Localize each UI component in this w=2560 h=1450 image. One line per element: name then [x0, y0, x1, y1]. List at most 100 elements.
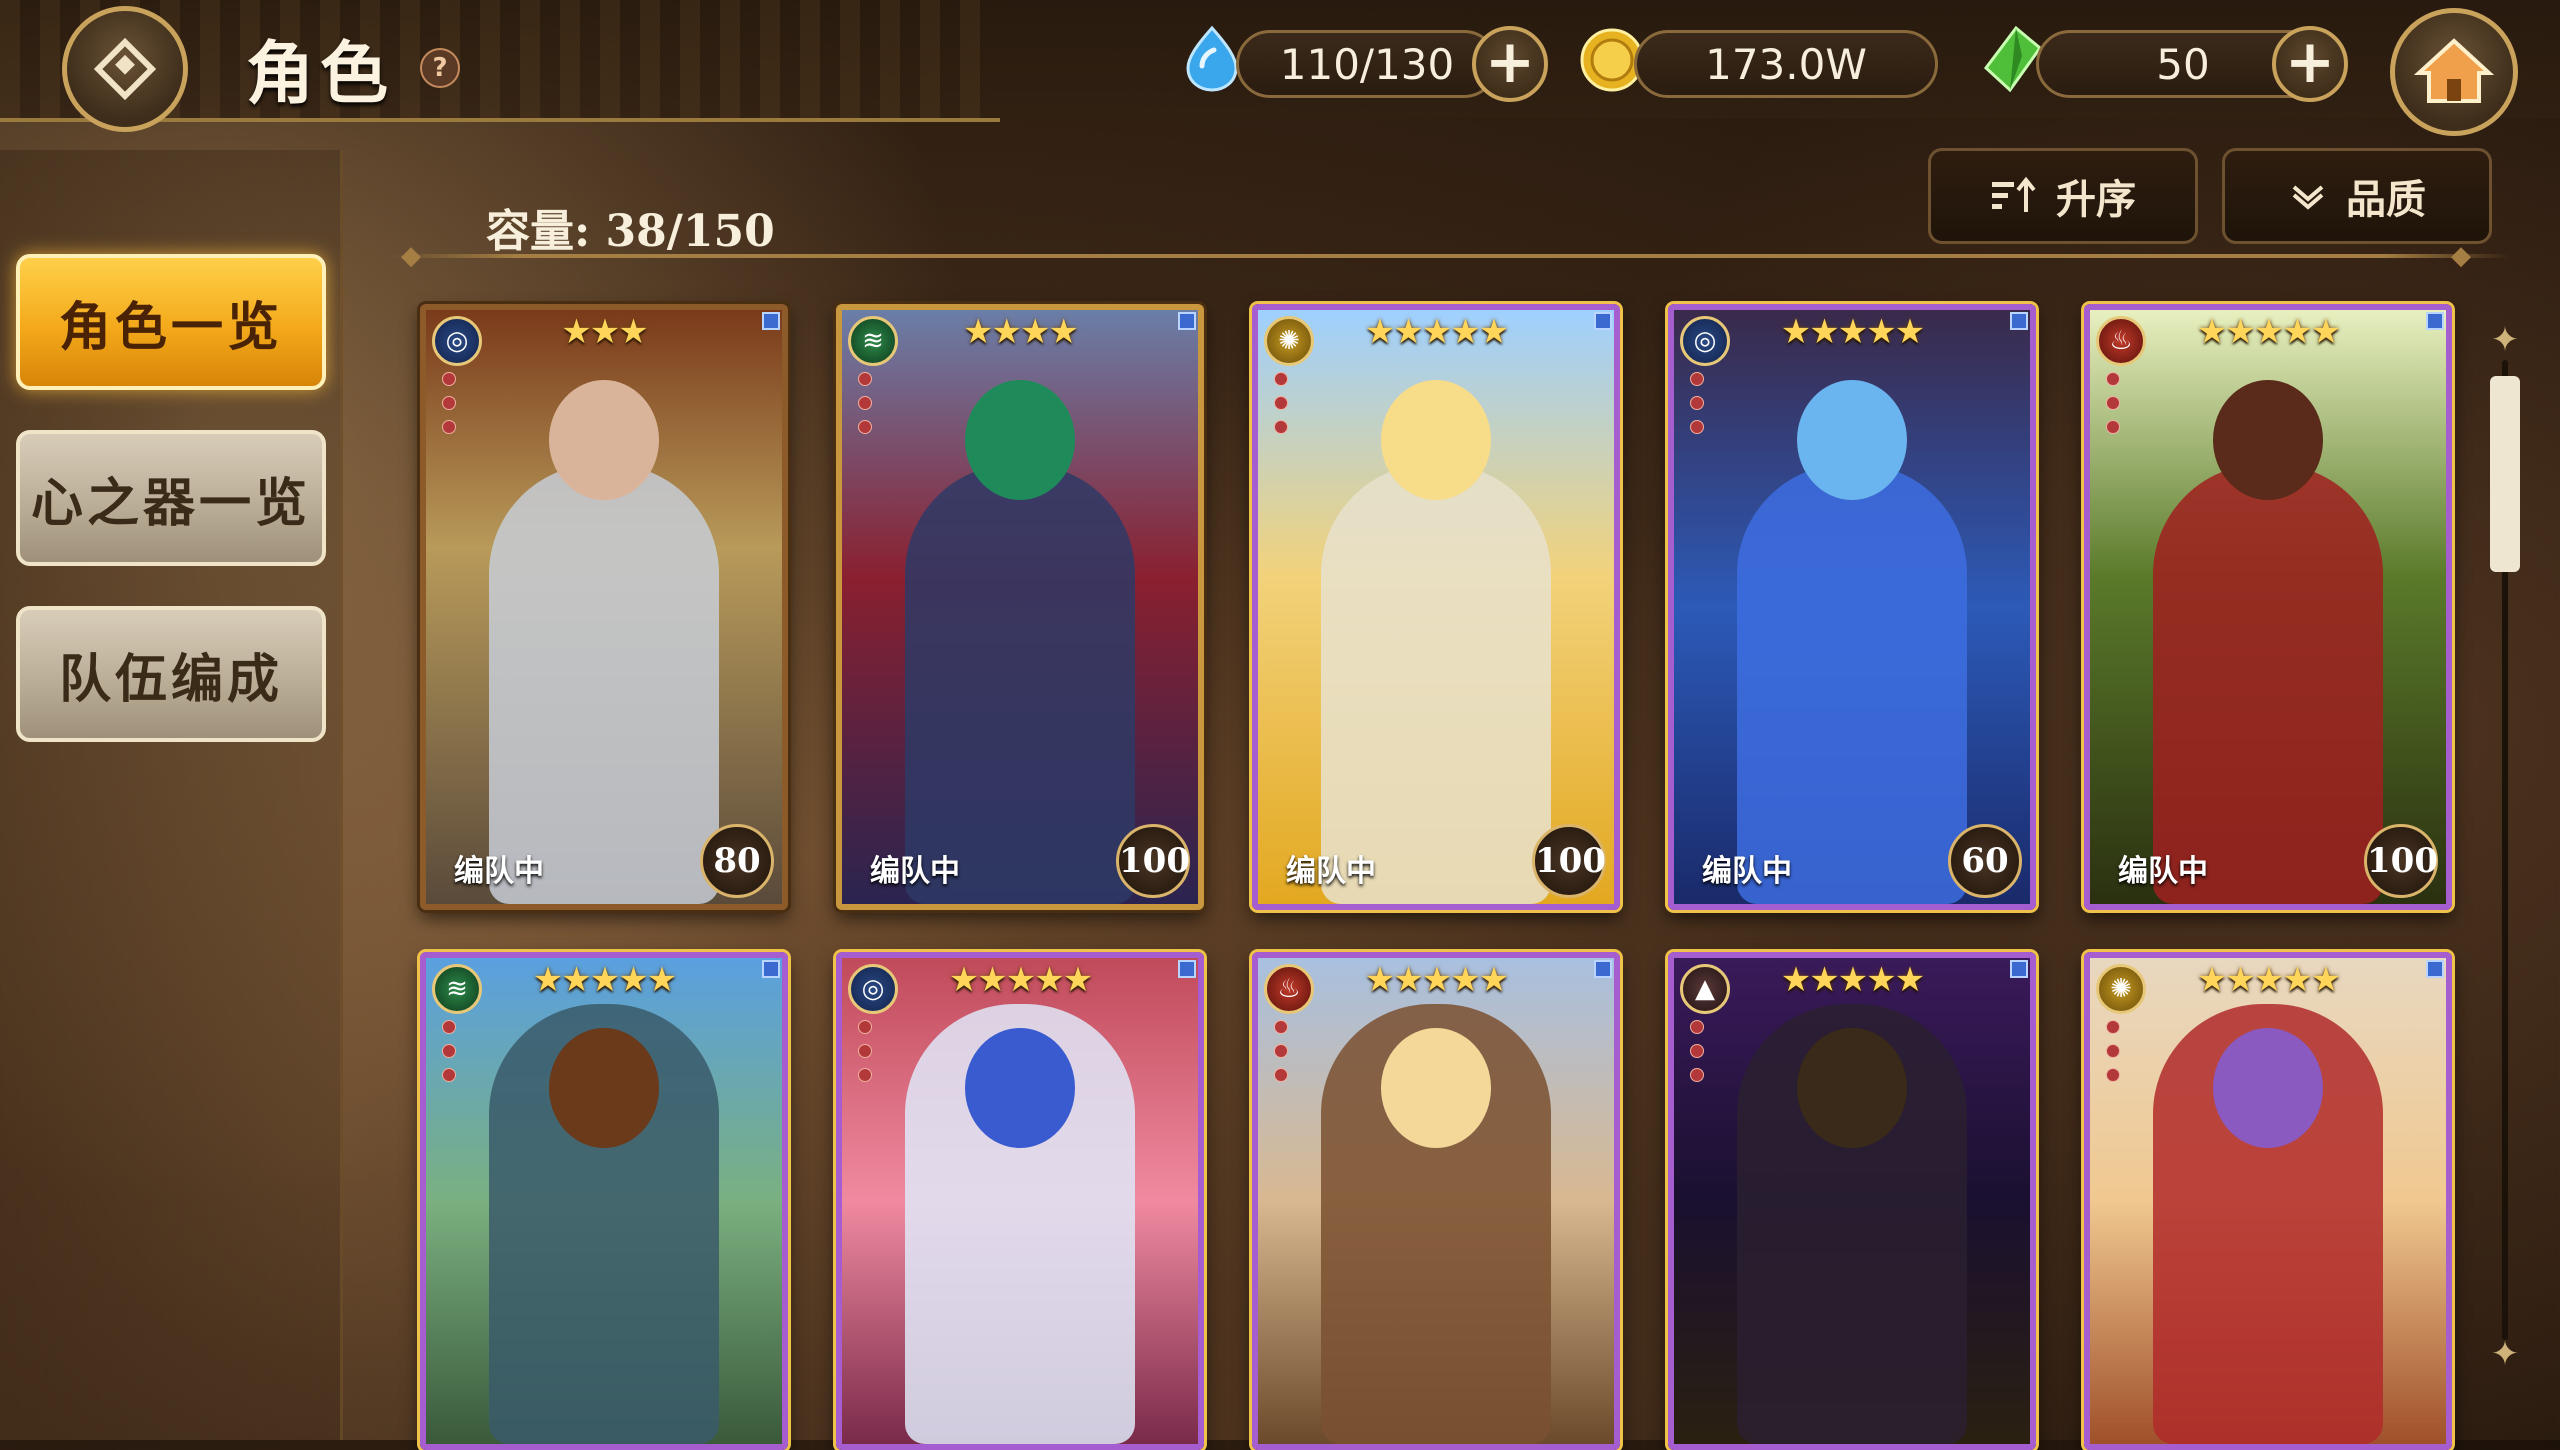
character-card[interactable]: ◎ ★★★ 编队中 80 — [420, 304, 788, 910]
stamina-plus-button[interactable]: + — [1472, 26, 1548, 102]
in-team-label: 编队中 — [2118, 854, 2208, 889]
character-card[interactable]: ◎ ★★★★★ 编队中 60 — [1668, 304, 2036, 910]
character-card[interactable]: ≋ ★★★★ 编队中 100 — [836, 304, 1204, 910]
rarity-stars: ★★★★★ — [532, 960, 677, 1000]
character-level-badge: 60 — [1948, 824, 2022, 898]
plus-icon: + — [2284, 27, 2336, 97]
question-icon[interactable]: ? — [420, 48, 460, 88]
frame-corner — [762, 312, 780, 330]
frame-corner — [1178, 960, 1196, 978]
frame-corner — [2010, 312, 2028, 330]
in-team-label: 编队中 — [1702, 854, 1792, 889]
character-portrait — [1674, 310, 2030, 904]
character-portrait — [426, 958, 782, 1444]
skill-dots — [1274, 372, 1288, 444]
in-team-label: 编队中 — [1286, 854, 1376, 889]
sidebar-item-label: 角色一览 — [58, 297, 283, 358]
character-level-badge: 100 — [2364, 824, 2438, 898]
gold-value: 173.0W — [1705, 39, 1867, 89]
scroll-top-ornament-icon: ✦ — [2490, 320, 2520, 360]
frame-corner — [1594, 960, 1612, 978]
character-level-badge: 100 — [1116, 824, 1190, 898]
character-portrait — [842, 958, 1198, 1444]
rarity-stars: ★★★★★ — [1780, 960, 1925, 1000]
gold-counter: 173.0W — [1634, 30, 1938, 98]
character-body — [1321, 464, 1551, 904]
frame-corner — [1594, 312, 1612, 330]
character-body — [905, 464, 1135, 904]
character-portrait — [1258, 310, 1614, 904]
character-card[interactable]: ✺ ★★★★★ — [2084, 952, 2452, 1450]
character-portrait — [842, 310, 1198, 904]
frame-corner — [762, 960, 780, 978]
sidebar-item-heart-vessel-list[interactable]: 心之器一览 — [16, 430, 326, 566]
character-portrait — [2090, 958, 2446, 1444]
rarity-stars: ★★★★★ — [2196, 312, 2341, 352]
back-button[interactable] — [62, 6, 188, 132]
character-head — [549, 380, 659, 500]
rarity-stars: ★★★★★ — [948, 960, 1093, 1000]
character-head — [1797, 1028, 1907, 1148]
character-head — [965, 380, 1075, 500]
sidebar-item-character-list[interactable]: 角色一览 — [16, 254, 326, 390]
rarity-stars: ★★★★★ — [1364, 960, 1509, 1000]
character-portrait — [1258, 958, 1614, 1444]
character-head — [549, 1028, 659, 1148]
skill-dots — [858, 1020, 872, 1092]
character-portrait — [1674, 958, 2030, 1444]
gems-value: 50 — [2156, 39, 2210, 89]
sidebar-item-label: 心之器一览 — [30, 473, 311, 534]
character-portrait — [426, 310, 782, 904]
sort-order-button[interactable]: 升序 — [1928, 148, 2198, 244]
skill-dots — [2106, 372, 2120, 444]
character-card[interactable]: ◎ ★★★★★ — [836, 952, 1204, 1450]
character-portrait — [2090, 310, 2446, 904]
page-title: 角色 — [246, 35, 395, 114]
divider-ornament-right: ◆ — [2451, 241, 2471, 271]
stamina-value: 110/130 — [1279, 39, 1455, 89]
divider-ornament-left: ◆ — [401, 241, 421, 271]
sidebar-item-team-formation[interactable]: 队伍编成 — [16, 606, 326, 742]
in-team-label: 编队中 — [454, 854, 544, 889]
sidebar-item-label: 队伍编成 — [58, 649, 283, 710]
character-head — [2213, 1028, 2323, 1148]
character-body — [1737, 464, 1967, 904]
character-level-badge: 80 — [700, 824, 774, 898]
side-panel: 角色一览 心之器一览 队伍编成 — [0, 150, 343, 1440]
rarity-stars: ★★★★★ — [1364, 312, 1509, 352]
skill-dots — [442, 1020, 456, 1092]
frame-corner — [2426, 960, 2444, 978]
frame-corner — [2010, 960, 2028, 978]
character-body — [489, 464, 719, 904]
character-head — [1797, 380, 1907, 500]
character-card[interactable]: ≋ ★★★★★ — [420, 952, 788, 1450]
skill-dots — [858, 372, 872, 444]
skill-dots — [2106, 1020, 2120, 1092]
chevron-down-icon — [2292, 185, 2324, 210]
character-level-badge: 100 — [1532, 824, 1606, 898]
rarity-stars: ★★★ — [561, 312, 648, 352]
character-card[interactable]: ♨ ★★★★★ — [1252, 952, 1620, 1450]
rarity-stars: ★★★★★ — [2196, 960, 2341, 1000]
character-card[interactable]: ♨ ★★★★★ 编队中 100 — [2084, 304, 2452, 910]
character-card[interactable]: ▲ ★★★★★ — [1668, 952, 2036, 1450]
skill-dots — [1690, 1020, 1704, 1092]
skill-dots — [442, 372, 456, 444]
character-body — [2153, 464, 2383, 904]
home-button[interactable] — [2390, 8, 2518, 136]
scrollbar-thumb[interactable] — [2490, 376, 2520, 572]
plus-icon: + — [1484, 27, 1536, 97]
home-icon — [2413, 38, 2495, 103]
rarity-stars: ★★★★★ — [1780, 312, 1925, 352]
character-card[interactable]: ✺ ★★★★★ 编队中 100 — [1252, 304, 1620, 910]
frame-corner — [2426, 312, 2444, 330]
sort-ascending-icon — [1992, 176, 2036, 212]
frame-corner — [1178, 312, 1196, 330]
rarity-stars: ★★★★ — [963, 312, 1079, 352]
quality-filter-button[interactable]: 品质 — [2222, 148, 2492, 244]
gems-plus-button[interactable]: + — [2272, 26, 2348, 102]
character-head — [2213, 380, 2323, 500]
content-divider — [390, 254, 2510, 258]
capacity-text: 容量: 38/150 — [486, 206, 775, 257]
character-head — [1381, 380, 1491, 500]
